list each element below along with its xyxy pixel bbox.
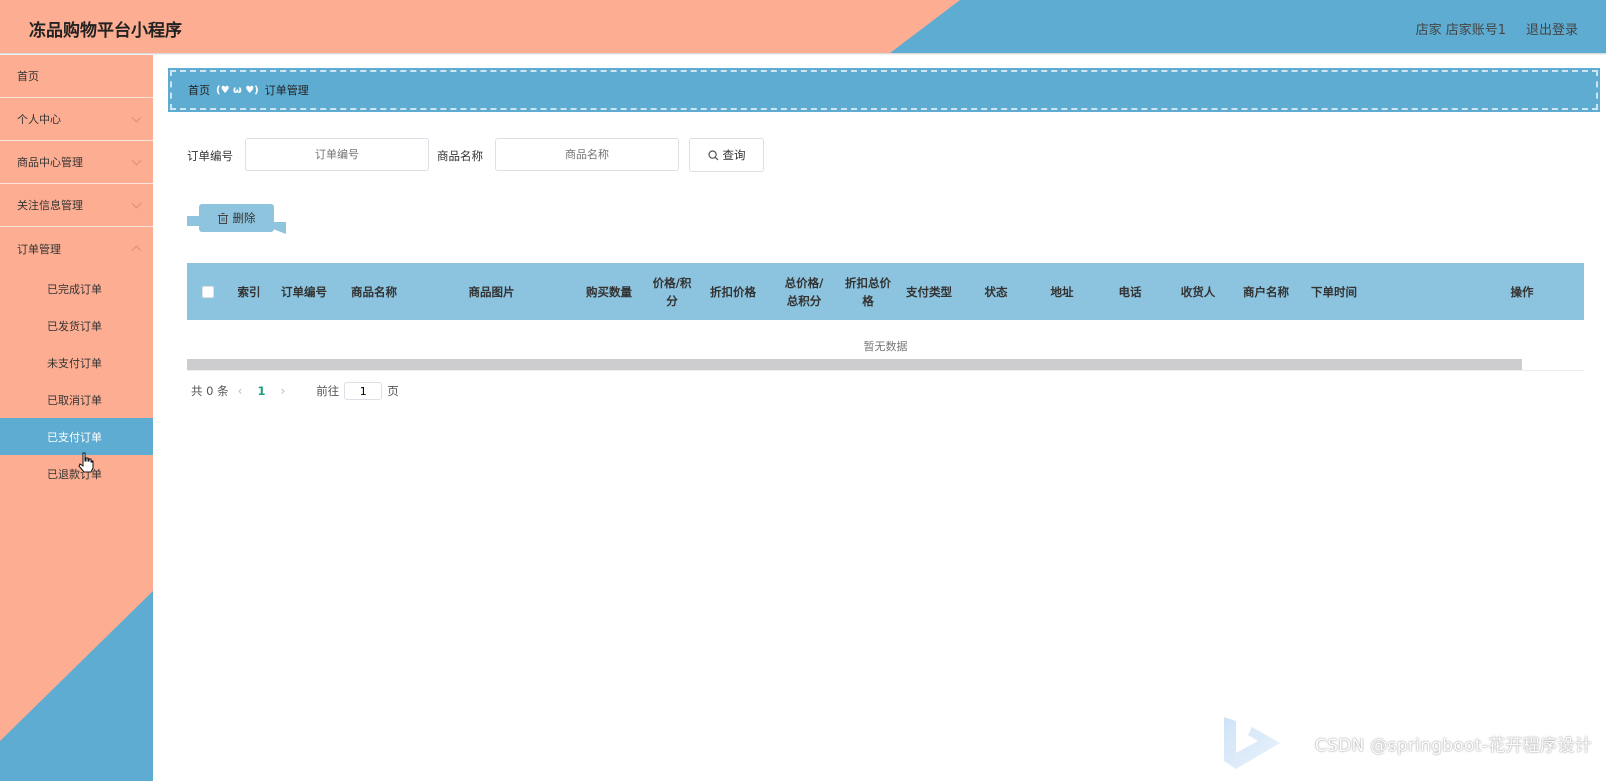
select-all-checkbox[interactable] xyxy=(202,286,214,298)
chevron-down-icon xyxy=(131,198,142,209)
column-header[interactable]: 电话 xyxy=(1096,263,1164,320)
column-header[interactable]: 购买数量 xyxy=(574,263,644,320)
column-header[interactable]: 地址 xyxy=(1028,263,1096,320)
chevron-up-icon xyxy=(131,245,142,256)
top-header: 冻品购物平台小程序 店家 店家账号1 退出登录 xyxy=(0,0,1606,53)
search-icon xyxy=(707,149,718,160)
breadcrumb-separator: (♥ ω ♥) xyxy=(216,84,259,96)
goto-page-input[interactable] xyxy=(344,382,383,400)
delete-button[interactable]: 删除 xyxy=(199,204,274,232)
sidebar-item-order-management[interactable]: 订单管理 xyxy=(0,227,153,270)
horizontal-scrollbar[interactable] xyxy=(187,359,1522,370)
query-button[interactable]: 查询 xyxy=(689,138,764,172)
breadcrumb-current: 订单管理 xyxy=(264,84,309,97)
sidebar-item-personal-center[interactable]: 个人中心 xyxy=(0,98,153,141)
trash-icon xyxy=(217,212,228,224)
sidebar-subitem-label: 未支付订单 xyxy=(47,356,102,370)
breadcrumb: 首页 (♥ ω ♥) 订单管理 xyxy=(168,68,1600,112)
sidebar-subitem-label: 已完成订单 xyxy=(47,282,102,296)
table-bottom-divider xyxy=(187,370,1584,371)
column-header[interactable]: 订单编号 xyxy=(269,263,339,320)
column-header[interactable]: 下单时间 xyxy=(1300,263,1368,320)
column-header[interactable]: 折扣总价格 xyxy=(845,263,891,320)
hand-cursor-icon xyxy=(78,452,94,473)
sidebar-item-label: 商品中心管理 xyxy=(17,156,83,169)
delete-button-wrap: 删除 xyxy=(187,202,287,238)
sidebar-subitem-label: 已支付订单 xyxy=(47,430,102,444)
column-header[interactable]: 索引 xyxy=(229,263,269,320)
column-header[interactable]: 商户名称 xyxy=(1232,263,1300,320)
sidebar-item-label: 关注信息管理 xyxy=(17,199,83,212)
column-header[interactable]: 商品名称 xyxy=(339,263,409,320)
chevron-down-icon xyxy=(131,112,142,123)
table-header: 索引 订单编号 商品名称 商品图片 购买数量 价格/积分 折扣价格 总价格/总积… xyxy=(187,263,1584,320)
sidebar-item-label: 订单管理 xyxy=(17,242,61,256)
column-header[interactable]: 商品图片 xyxy=(409,263,574,320)
breadcrumb-home[interactable]: 首页 xyxy=(188,82,210,98)
total-count: 共 0 条 xyxy=(191,384,229,398)
goto-label: 前往 xyxy=(316,384,340,398)
app-frame: 冻品购物平台小程序 店家 店家账号1 退出登录 首页 个人中心 商品中心管理 关… xyxy=(0,0,1606,781)
column-header[interactable]: 折扣价格 xyxy=(695,263,771,320)
sidebar-item-label: 个人中心 xyxy=(17,113,61,126)
sidebar-subitem-shipped-orders[interactable]: 已发货订单 xyxy=(0,307,153,344)
product-name-input[interactable] xyxy=(495,138,679,171)
sidebar-subitem-paid-orders[interactable]: 已支付订单 xyxy=(0,418,153,455)
sidebar-item-follow-info[interactable]: 关注信息管理 xyxy=(0,184,153,227)
header-decoration xyxy=(890,0,1606,53)
column-header[interactable]: 操作 xyxy=(1487,263,1557,320)
query-button-label: 查询 xyxy=(722,148,746,162)
column-header[interactable]: 状态 xyxy=(964,263,1028,320)
order-no-input[interactable] xyxy=(245,138,429,171)
column-header[interactable]: 总价格/总积分 xyxy=(781,263,827,320)
sidebar-item-home[interactable]: 首页 xyxy=(0,55,153,98)
sidebar-decoration xyxy=(0,591,153,781)
logout-button[interactable]: 退出登录 xyxy=(1526,19,1578,38)
sidebar-item-product-center[interactable]: 商品中心管理 xyxy=(0,141,153,184)
watermark-logo xyxy=(1224,717,1280,769)
sidebar-subitem-label: 已取消订单 xyxy=(47,393,102,407)
sidebar-subitem-refunded-orders[interactable]: 已退款订单 xyxy=(0,455,153,492)
watermark-text: CSDN @springboot-花开程序设计 xyxy=(1314,736,1592,756)
prev-page-icon[interactable]: ‹ xyxy=(238,384,243,398)
order-no-label: 订单编号 xyxy=(187,149,233,163)
empty-table-text: 暂无数据 xyxy=(863,340,908,353)
next-page-icon[interactable]: › xyxy=(280,384,285,398)
column-header[interactable]: 支付类型 xyxy=(894,263,964,320)
user-info[interactable]: 店家 店家账号1 xyxy=(1416,19,1506,38)
column-header[interactable]: 价格/积分 xyxy=(649,263,695,320)
sidebar-subitem-cancelled-orders[interactable]: 已取消订单 xyxy=(0,381,153,418)
column-header[interactable]: 收货人 xyxy=(1164,263,1232,320)
sidebar-subitem-unpaid-orders[interactable]: 未支付订单 xyxy=(0,344,153,381)
sidebar-item-label: 首页 xyxy=(17,70,39,83)
sidebar-subitem-completed-orders[interactable]: 已完成订单 xyxy=(0,270,153,307)
app-title: 冻品购物平台小程序 xyxy=(29,21,182,41)
delete-button-label: 删除 xyxy=(232,211,256,225)
chevron-down-icon xyxy=(131,155,142,166)
sidebar-subitem-label: 已发货订单 xyxy=(47,319,102,333)
page-suffix: 页 xyxy=(387,384,399,398)
sidebar: 首页 个人中心 商品中心管理 关注信息管理 订单管理 已完成订单 已发货订单 未… xyxy=(0,55,153,781)
current-page-number[interactable]: 1 xyxy=(257,384,265,398)
product-name-label: 商品名称 xyxy=(437,149,483,163)
header-shadow xyxy=(0,53,1606,55)
user-area: 店家 店家账号1 退出登录 xyxy=(1416,19,1578,38)
pagination: 共 0 条 ‹ 1 › 前往 页 xyxy=(191,382,399,400)
